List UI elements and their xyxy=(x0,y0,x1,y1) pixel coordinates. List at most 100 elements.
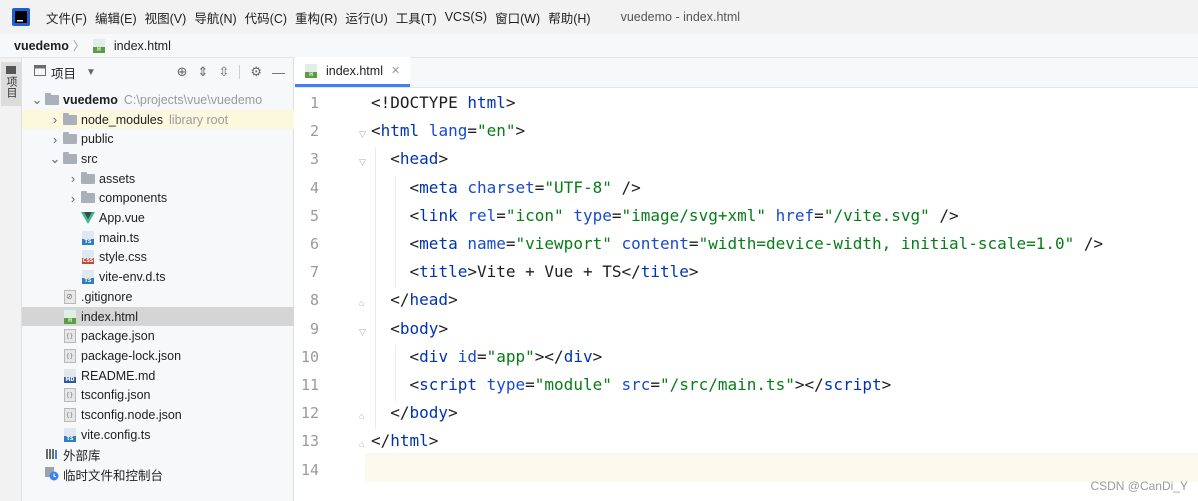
tree-item[interactable]: package-lock.json xyxy=(22,346,294,366)
chevron-right-icon[interactable]: › xyxy=(48,112,62,127)
chevron-down-icon[interactable]: ▼ xyxy=(86,67,96,78)
menu-vcs[interactable]: VCS(S) xyxy=(441,10,491,24)
line-number: 5 xyxy=(309,206,319,225)
project-panel-title[interactable]: 项目 xyxy=(51,63,76,82)
line-number: 8 xyxy=(309,291,319,310)
breadcrumb-file[interactable]: H index.html xyxy=(91,38,171,54)
breadcrumb-project[interactable]: vuedemo xyxy=(14,39,69,53)
tree-item[interactable]: ⌄ src xyxy=(22,149,294,169)
code-line: <body> xyxy=(371,319,448,338)
chevron-right-icon[interactable]: › xyxy=(66,191,80,206)
code-token: < xyxy=(371,121,381,141)
tree-item[interactable]: tsconfig.json xyxy=(22,386,294,406)
tree-item-label: main.ts xyxy=(99,230,140,245)
tree-item[interactable]: CSS style.css xyxy=(22,248,294,268)
code-token: "width=device-width, initial-scale=1.0" xyxy=(698,234,1075,253)
menu-window[interactable]: 窗口(W) xyxy=(491,8,544,27)
menu-navigate[interactable]: 导航(N) xyxy=(190,8,240,27)
code-token: = xyxy=(496,205,506,225)
editor: H index.html ✕ 1 2 3 4 5 6 7 8 9 10 11 12 13 14 ▽ ▽ ⌂ ▽ ⌂ ⌂… xyxy=(295,57,1198,501)
tree-item-label: tsconfig.node.json xyxy=(81,408,182,423)
menu-refactor[interactable]: 重构(R) xyxy=(291,8,341,27)
fold-marker-icon[interactable]: ▽ xyxy=(359,129,369,139)
external-libraries-icon xyxy=(44,446,60,462)
tree-item[interactable]: 外部库 xyxy=(22,445,294,465)
tree-item[interactable]: › assets xyxy=(22,169,294,189)
code-token: "en" xyxy=(476,121,516,141)
code-token: < xyxy=(371,234,420,253)
chevron-right-icon[interactable]: › xyxy=(66,171,80,186)
tree-item[interactable]: TS main.ts xyxy=(22,228,294,248)
tree-item[interactable]: › public xyxy=(22,129,294,149)
tree-item[interactable]: › components xyxy=(22,189,294,209)
tree-item[interactable]: tsconfig.node.json xyxy=(22,405,294,425)
gear-icon[interactable]: ⚙ xyxy=(250,64,262,80)
code-line: <head> xyxy=(371,149,448,168)
menu-edit[interactable]: 编辑(E) xyxy=(91,8,141,27)
tree-item[interactable]: .gitignore xyxy=(22,287,294,307)
fold-marker-icon[interactable]: ⌂ xyxy=(359,439,369,449)
menu-file[interactable]: 文件(F) xyxy=(42,8,91,27)
code-line: <link rel="icon" type="image/svg+xml" hr… xyxy=(371,206,959,225)
code-token: < xyxy=(371,205,420,225)
tree-item[interactable]: ⌄ vuedemo C:\projects\vue\vuedemo xyxy=(22,90,294,110)
menu-help[interactable]: 帮助(H) xyxy=(544,8,594,27)
code-editor[interactable]: 1 2 3 4 5 6 7 8 9 10 11 12 13 14 ▽ ▽ ⌂ ▽ ⌂ ⌂ <!DOCTYPE html… xyxy=(295,88,1198,501)
tree-item-label: tsconfig.json xyxy=(81,388,151,403)
line-number: 7 xyxy=(309,263,319,282)
code-token: /> xyxy=(1074,234,1104,253)
tree-item[interactable]: MD README.md xyxy=(22,366,294,386)
code-token: content xyxy=(621,234,689,253)
menu-run[interactable]: 运行(U) xyxy=(341,8,391,27)
typescript-file-icon: TS xyxy=(80,230,96,246)
tree-item[interactable]: › node_modules library root xyxy=(22,109,294,130)
code-line: <meta charset="UTF-8" /> xyxy=(371,178,641,197)
code-token: link xyxy=(419,205,468,225)
code-token: = xyxy=(611,205,622,225)
code-token: = xyxy=(650,375,661,394)
tree-item[interactable]: TS vite-env.d.ts xyxy=(22,267,294,287)
code-token: > xyxy=(592,346,603,366)
line-number-gutter: 1 2 3 4 5 6 7 8 9 10 11 12 13 14 ▽ ▽ ⌂ ▽ ⌂ ⌂ xyxy=(295,88,366,501)
project-view-icon xyxy=(34,65,46,79)
line-number: 13 xyxy=(300,432,319,451)
fold-marker-icon[interactable]: ⌂ xyxy=(359,411,369,421)
tree-item-label: 外部库 xyxy=(63,448,101,463)
code-token: div xyxy=(563,346,593,366)
code-token: > xyxy=(688,262,699,282)
chevron-down-icon[interactable]: ⌄ xyxy=(48,151,62,167)
hide-panel-icon[interactable]: — xyxy=(272,65,285,80)
line-number: 12 xyxy=(300,404,319,423)
tree-item[interactable]: TS vite.config.ts xyxy=(22,425,294,445)
code-token: type xyxy=(573,205,612,225)
locate-file-icon[interactable]: ⊕ xyxy=(177,64,188,80)
fold-marker-icon[interactable]: ⌂ xyxy=(359,298,369,308)
code-line: </head> xyxy=(371,290,457,309)
gitignore-file-icon xyxy=(62,289,78,305)
fold-marker-icon[interactable]: ▽ xyxy=(359,327,369,337)
html-file-icon: H xyxy=(91,38,107,54)
code-token: > xyxy=(515,121,526,141)
tree-item[interactable]: package.json xyxy=(22,326,294,346)
tree-item-label: public xyxy=(81,132,114,147)
collapse-all-icon[interactable]: ⇳ xyxy=(218,64,229,80)
menu-code[interactable]: 代码(C) xyxy=(241,8,291,27)
fold-marker-icon[interactable]: ▽ xyxy=(359,157,369,167)
chevron-right-icon[interactable]: › xyxy=(48,132,62,147)
code-line: <!DOCTYPE html> xyxy=(371,93,516,112)
close-icon[interactable]: ✕ xyxy=(391,64,400,77)
menu-tools[interactable]: 工具(T) xyxy=(392,8,441,27)
code-token: "UTF-8" xyxy=(544,177,612,197)
code-token: >Vite + Vue + TS</ xyxy=(467,262,641,282)
project-tool-tab[interactable]: 项目 xyxy=(1,62,21,106)
code-token: meta xyxy=(419,234,468,253)
tab-index-html[interactable]: H index.html ✕ xyxy=(295,57,411,87)
chevron-down-icon[interactable]: ⌄ xyxy=(30,92,44,108)
tree-item[interactable]: App.vue xyxy=(22,208,294,228)
line-number: 1 xyxy=(309,94,319,112)
expand-all-icon[interactable]: ⇕ xyxy=(198,64,209,80)
tree-item[interactable]: 临时文件和控制台 xyxy=(22,464,294,484)
tab-label: index.html xyxy=(326,63,383,78)
menu-view[interactable]: 视图(V) xyxy=(141,8,191,27)
tree-item[interactable]: Hindex.html xyxy=(22,306,294,327)
